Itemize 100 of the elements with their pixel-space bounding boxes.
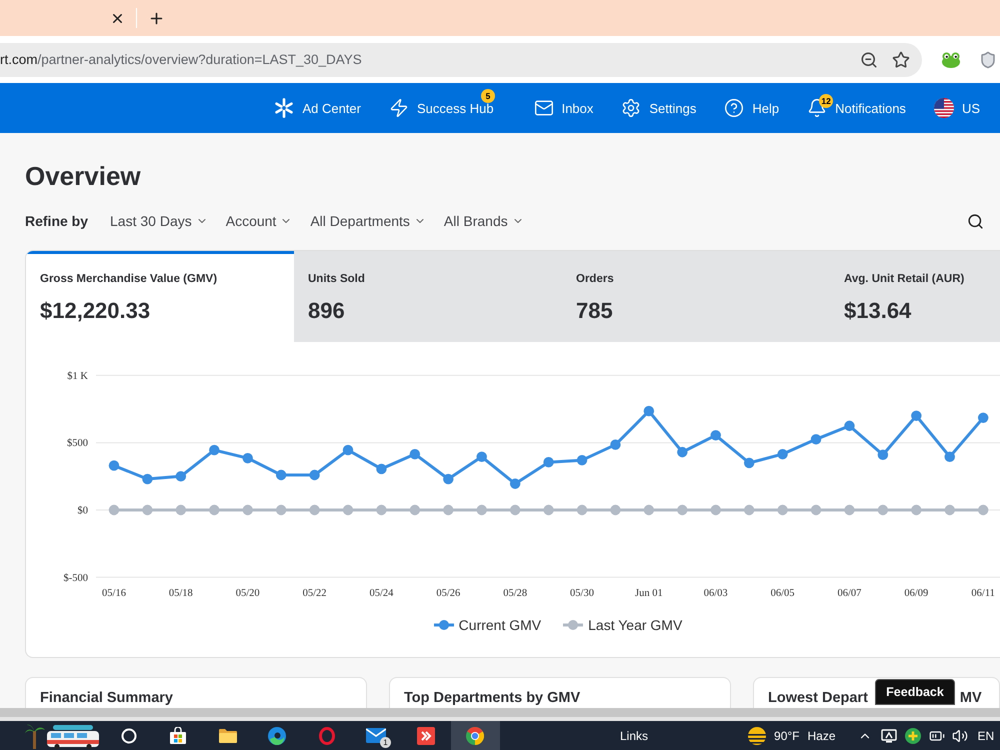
settings-icon [621, 98, 642, 118]
swirl-icon [268, 726, 286, 744]
refine-label: Refine by [25, 213, 88, 229]
arrows-tile-icon [416, 726, 435, 744]
data-point [410, 504, 420, 516]
screen-icon[interactable] [880, 728, 897, 742]
data-point [276, 470, 286, 480]
weather-condition[interactable]: Haze [808, 728, 836, 742]
data-point [543, 457, 554, 468]
data-point [610, 440, 621, 450]
legend-item[interactable]: Last Year GMV [563, 615, 682, 635]
data-point [911, 410, 922, 421]
kpi-tab[interactable]: Units Sold 896 [294, 251, 562, 342]
data-point [209, 504, 220, 516]
data-point [777, 504, 788, 516]
filter-dropdown[interactable]: All Brands [444, 213, 524, 229]
url-field[interactable]: rt.com/partner-analytics/overview?duration=LAST_30_DAYS [0, 42, 922, 76]
data-point [476, 452, 487, 462]
nav-item[interactable]: Inbox [534, 98, 594, 118]
data-point [944, 504, 955, 516]
data-point [744, 458, 754, 468]
language-indicator[interactable]: EN [978, 728, 994, 742]
axis-label: $0 [78, 506, 88, 516]
ring-icon [120, 728, 137, 744]
data-point [978, 504, 988, 516]
envelope-icon [366, 728, 386, 743]
kpi-tab[interactable]: Avg. Unit Retail (AUR) $13.64 [830, 251, 1000, 342]
axis-label: 06/09 [904, 588, 928, 599]
count-badge: 12 [819, 94, 834, 108]
nav-item[interactable]: Settings [621, 98, 696, 118]
shield-icon[interactable] [979, 50, 997, 68]
legend-item[interactable]: Current GMV [434, 615, 542, 635]
url-text: rt.com/partner-analytics/overview?duration=LAST_30_DAYS [0, 52, 363, 67]
help-icon [724, 98, 744, 118]
search-button[interactable] [967, 212, 984, 230]
axis-label: 06/03 [704, 588, 728, 599]
weather-temperature[interactable]: 90°F [774, 728, 800, 742]
palm-van-icon[interactable] [25, 722, 101, 748]
axis-label: 05/30 [570, 588, 594, 599]
search-icon [967, 212, 984, 230]
kpi-tab[interactable]: Orders 785 [562, 251, 830, 342]
zoom-out-icon[interactable] [860, 50, 878, 68]
horizontal-scrollbar[interactable] [0, 708, 1000, 721]
envelope-icon [534, 98, 554, 118]
taskbar-app[interactable]: 1 [352, 721, 401, 750]
count-badge: 5 [480, 89, 495, 103]
axis-label: Jun 01 [635, 588, 663, 599]
filter-dropdown[interactable]: All Departments [310, 213, 426, 229]
data-point [443, 504, 454, 516]
nav-item[interactable]: US [934, 98, 980, 118]
data-point [810, 434, 822, 445]
flag-icon [934, 98, 954, 118]
data-point [710, 430, 721, 440]
card-title: Top Departments by GMV [404, 690, 580, 706]
data-point [209, 444, 220, 456]
data-point [376, 464, 387, 474]
axis-label: 06/07 [838, 588, 862, 599]
axis-label: $500 [67, 438, 88, 450]
star-icon[interactable] [892, 50, 910, 68]
data-point [242, 452, 253, 464]
filter-dropdown[interactable]: Account [226, 213, 292, 229]
speaker-icon[interactable] [952, 728, 968, 744]
feedback-button[interactable]: Feedback [875, 679, 955, 705]
data-point [677, 504, 688, 516]
data-point [443, 474, 454, 484]
data-point [309, 470, 320, 480]
data-point [777, 448, 788, 460]
axis-label: $-500 [64, 572, 88, 584]
oval-ring-icon [318, 726, 335, 744]
data-point [510, 504, 520, 516]
axis-label: 05/22 [302, 588, 327, 599]
toolbar-label[interactable]: Links [620, 728, 648, 742]
data-point [644, 504, 654, 516]
data-point [710, 504, 721, 516]
frog-icon[interactable] [942, 52, 960, 68]
data-point [376, 504, 387, 516]
data-point [476, 504, 487, 516]
data-point [644, 406, 654, 416]
data-point [744, 504, 754, 516]
taskbar-app[interactable] [450, 721, 500, 750]
nav-item[interactable]: Help [724, 98, 780, 118]
axis-label: 05/18 [168, 588, 193, 599]
card-title-fragment: MV [960, 690, 982, 706]
data-point [576, 504, 588, 516]
filter-dropdown[interactable]: Last 30 Days [110, 213, 208, 229]
data-point [410, 448, 420, 460]
data-point [677, 446, 688, 458]
plus-circle-icon[interactable] [904, 728, 921, 744]
data-point [543, 504, 554, 516]
shopping-bag-icon [170, 727, 186, 744]
data-point [242, 504, 253, 516]
data-point [176, 504, 186, 516]
nav-item[interactable]: Ad Center [274, 98, 361, 118]
data-point [878, 504, 888, 516]
data-point [510, 478, 520, 489]
wheel-logo-icon [466, 726, 484, 744]
folder-icon [218, 728, 237, 743]
legend-marker-icon [563, 620, 584, 630]
data-point [844, 420, 855, 432]
data-point [309, 504, 320, 516]
